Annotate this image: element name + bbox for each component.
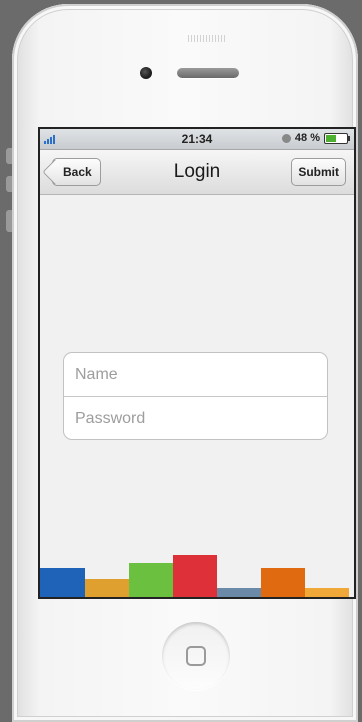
color-bar — [217, 588, 261, 597]
speaker-icon — [188, 35, 226, 42]
name-field[interactable]: Name — [64, 353, 327, 396]
color-bar — [173, 555, 217, 597]
volume-down-button[interactable] — [6, 176, 12, 192]
color-bar — [261, 568, 305, 597]
status-bar: 21:34 48 % — [40, 129, 354, 150]
camera-icon — [140, 67, 152, 79]
battery-fill — [326, 134, 336, 142]
lock-icon — [281, 133, 291, 143]
mute-switch[interactable] — [6, 210, 12, 232]
password-field[interactable]: Password — [64, 396, 327, 440]
login-form: Name Password — [63, 352, 328, 440]
color-bar — [129, 563, 173, 597]
battery-indicator: 48 % — [281, 132, 350, 144]
navigation-bar: Back Login Submit — [40, 150, 354, 195]
color-bar — [85, 579, 129, 597]
battery-percent: 48 % — [294, 132, 320, 144]
color-bar — [305, 588, 349, 597]
volume-up-button[interactable] — [6, 148, 12, 164]
color-bars-decoration — [40, 541, 354, 597]
earpiece — [177, 68, 239, 78]
home-button[interactable] — [162, 622, 230, 690]
battery-icon — [324, 132, 350, 144]
screen: 21:34 48 % Back Login Submit Name Passwo… — [38, 127, 356, 599]
home-button-icon — [186, 646, 206, 666]
submit-button[interactable]: Submit — [291, 158, 346, 186]
color-bar — [40, 568, 85, 597]
content-area: Name Password — [40, 195, 354, 597]
